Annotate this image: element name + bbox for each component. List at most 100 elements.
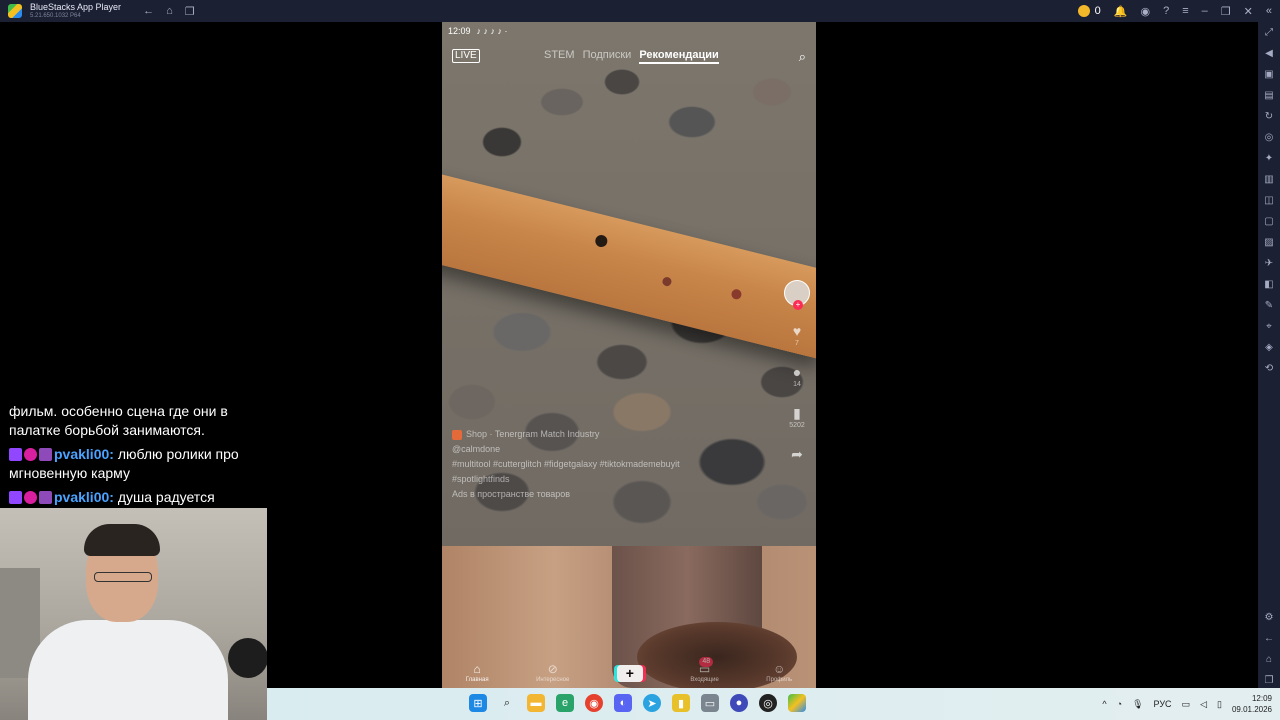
- stream-chat: фильм. особенно сцена где они в палатке …: [9, 402, 267, 512]
- tab-stem[interactable]: STEM: [544, 49, 575, 64]
- inbox-badge: 48: [699, 657, 714, 667]
- sync-icon[interactable]: ⟲: [1262, 362, 1276, 375]
- coin-icon: [1077, 5, 1090, 17]
- telegram-icon[interactable]: ➤: [643, 694, 661, 712]
- live-icon[interactable]: LIVE: [452, 49, 480, 63]
- chat-message: pvakli00: душа радуется: [9, 488, 267, 507]
- record-icon[interactable]: ▢: [1262, 215, 1276, 228]
- caption-tags[interactable]: #multitool #cutterglitch #fidgetgalaxy #…: [452, 457, 752, 472]
- speaker-icon[interactable]: ◁: [1200, 699, 1207, 710]
- webcam-person-hair: [84, 524, 160, 556]
- board-knot: [661, 276, 673, 288]
- like-button[interactable]: ♥ 7: [793, 324, 801, 347]
- comment-icon: ●: [792, 364, 802, 380]
- nav-profile[interactable]: ☺ Профиль: [766, 663, 792, 683]
- shop-line: Shop · Tenergram Match Industry: [466, 429, 600, 439]
- tab-following[interactable]: Подписки: [583, 49, 632, 64]
- multi-instance-icon[interactable]: ❐: [185, 5, 195, 18]
- tab-for-you[interactable]: Рекомендации: [639, 49, 719, 64]
- layers-icon[interactable]: ◈: [1262, 341, 1276, 354]
- caption-tags-2[interactable]: #spotlightfinds: [452, 472, 752, 487]
- obs-icon[interactable]: ◎: [759, 694, 777, 712]
- search-taskbar-icon[interactable]: ⌕: [498, 694, 516, 712]
- tray-network-app-icon[interactable]: ◔: [1117, 699, 1122, 709]
- battery-icon[interactable]: ▯: [1217, 699, 1222, 710]
- close-icon[interactable]: ✕: [1244, 5, 1253, 18]
- window-app-icon[interactable]: ▭: [701, 694, 719, 712]
- airplane-icon[interactable]: ✈: [1262, 257, 1276, 270]
- heart-badge-icon: [24, 491, 37, 504]
- android-recents-icon[interactable]: ❐: [1262, 674, 1276, 687]
- volume-icon[interactable]: ◀: [1262, 47, 1276, 60]
- help-icon[interactable]: ?: [1163, 5, 1169, 17]
- search-icon[interactable]: ⌕: [799, 49, 806, 65]
- nav-inbox[interactable]: ▭ 48 Входящие: [690, 657, 719, 683]
- bluestacks-logo-icon: [8, 4, 22, 18]
- screenshot-icon[interactable]: ◫: [1262, 194, 1276, 207]
- webcam-person-shirt: [28, 620, 228, 720]
- shop-link[interactable]: Shop · Tenergram Match Industry: [452, 427, 752, 442]
- caption-user[interactable]: @calmdone: [452, 442, 752, 457]
- game-controls-icon[interactable]: ✦: [1262, 152, 1276, 165]
- fullscreen-icon[interactable]: ⤢: [1262, 26, 1276, 39]
- media-icon[interactable]: ▣: [1262, 68, 1276, 81]
- taskbar-clock[interactable]: 12:09 09.01.2026: [1232, 693, 1272, 715]
- restore-icon[interactable]: ❐: [1221, 5, 1231, 18]
- collapse-sidebar-icon[interactable]: «: [1266, 5, 1272, 17]
- bluestacks-sidebar: ⤢ ◀ ▣ ▤ ↻ ◎ ✦ ▥ ◫ ▢ ▨ ✈ ◧ ✎ ⌖ ◈ ⟲ ⚙ ← ⌂ …: [1258, 22, 1280, 688]
- tray-overflow-icon[interactable]: ^: [1102, 699, 1106, 709]
- android-home-icon[interactable]: ⌂: [1262, 653, 1276, 666]
- language-indicator[interactable]: РУС: [1154, 699, 1172, 709]
- sidebar-spacer: [1262, 383, 1276, 603]
- rotate-icon[interactable]: ↻: [1262, 110, 1276, 123]
- apk-icon[interactable]: ▤: [1262, 89, 1276, 102]
- file-explorer-icon[interactable]: ▬: [527, 694, 545, 712]
- back-icon[interactable]: ←: [143, 5, 154, 18]
- status-time: 12:09: [448, 26, 471, 36]
- like-count: 7: [795, 340, 799, 347]
- save-button[interactable]: ▮ 5202: [789, 406, 805, 429]
- coins-counter[interactable]: 0: [1077, 5, 1101, 17]
- webcam-person-glasses: [94, 572, 152, 582]
- screen: BlueStacks App Player 5.21.650.1032 P64 …: [0, 0, 1280, 720]
- tray-mic-icon[interactable]: 🎙: [1132, 699, 1143, 710]
- discord-icon[interactable]: ◐: [614, 694, 632, 712]
- board-knot: [730, 288, 743, 301]
- windows-taskbar: ⊞ ⌕ ▬ e ◉ ◐ ➤ ▮ ▭ ● ◎ ^ ◔ 🎙 РУС ▭ ◁ ▯ 12…: [267, 688, 1280, 720]
- menu-icon[interactable]: ≡: [1182, 5, 1188, 17]
- macro-icon[interactable]: ◎: [1262, 131, 1276, 144]
- tiktok-phone-screen[interactable]: 12:09 ♪ ♪ ♪ ♪ · LIVE STEM Подписки Реком…: [442, 22, 816, 688]
- nav-create[interactable]: +: [616, 664, 643, 682]
- chrome-icon[interactable]: ◉: [585, 694, 603, 712]
- gallery-icon[interactable]: ▨: [1262, 236, 1276, 249]
- video-side-actions: + ♥ 7 ● 14 ▮ 5202 ➦: [784, 280, 810, 461]
- nav-discover[interactable]: ⊘ Интересное: [536, 663, 569, 683]
- home-icon[interactable]: ⌂: [166, 5, 173, 18]
- sub-badge-icon: [39, 491, 52, 504]
- share-button[interactable]: ➦: [791, 447, 803, 461]
- creator-avatar[interactable]: +: [784, 280, 810, 310]
- follow-plus-icon[interactable]: +: [793, 300, 803, 310]
- save-count: 5202: [789, 422, 805, 429]
- home-tab-icon: ⌂: [473, 662, 481, 676]
- tiktok-bottom-nav: ⌂ Главная ⊘ Интересное + ▭ 48 Входящие ☺…: [442, 657, 816, 688]
- location-icon[interactable]: ⌖: [1262, 320, 1276, 333]
- webcam-feed: [0, 508, 267, 720]
- windows-start-icon[interactable]: ⊞: [469, 694, 487, 712]
- nav-home[interactable]: ⌂ Главная: [466, 663, 489, 683]
- nav-profile-label: Профиль: [766, 677, 793, 683]
- android-back-icon[interactable]: ←: [1262, 632, 1276, 645]
- multi-window-icon[interactable]: ◧: [1262, 278, 1276, 291]
- account-icon[interactable]: ◉: [1141, 5, 1151, 18]
- bluestacks-taskbar-icon[interactable]: [788, 694, 806, 712]
- notification-bell-icon[interactable]: 🔔: [1114, 5, 1128, 18]
- chat-app-icon[interactable]: ●: [730, 694, 748, 712]
- minimize-icon[interactable]: –: [1202, 5, 1208, 17]
- settings-icon[interactable]: ⚙: [1262, 611, 1276, 624]
- notes-icon[interactable]: ▮: [672, 694, 690, 712]
- eco-mode-icon[interactable]: ✎: [1262, 299, 1276, 312]
- performance-icon[interactable]: ▥: [1262, 173, 1276, 186]
- display-icon[interactable]: ▭: [1182, 699, 1191, 710]
- comment-button[interactable]: ● 14: [793, 365, 801, 388]
- edge-icon[interactable]: e: [556, 694, 574, 712]
